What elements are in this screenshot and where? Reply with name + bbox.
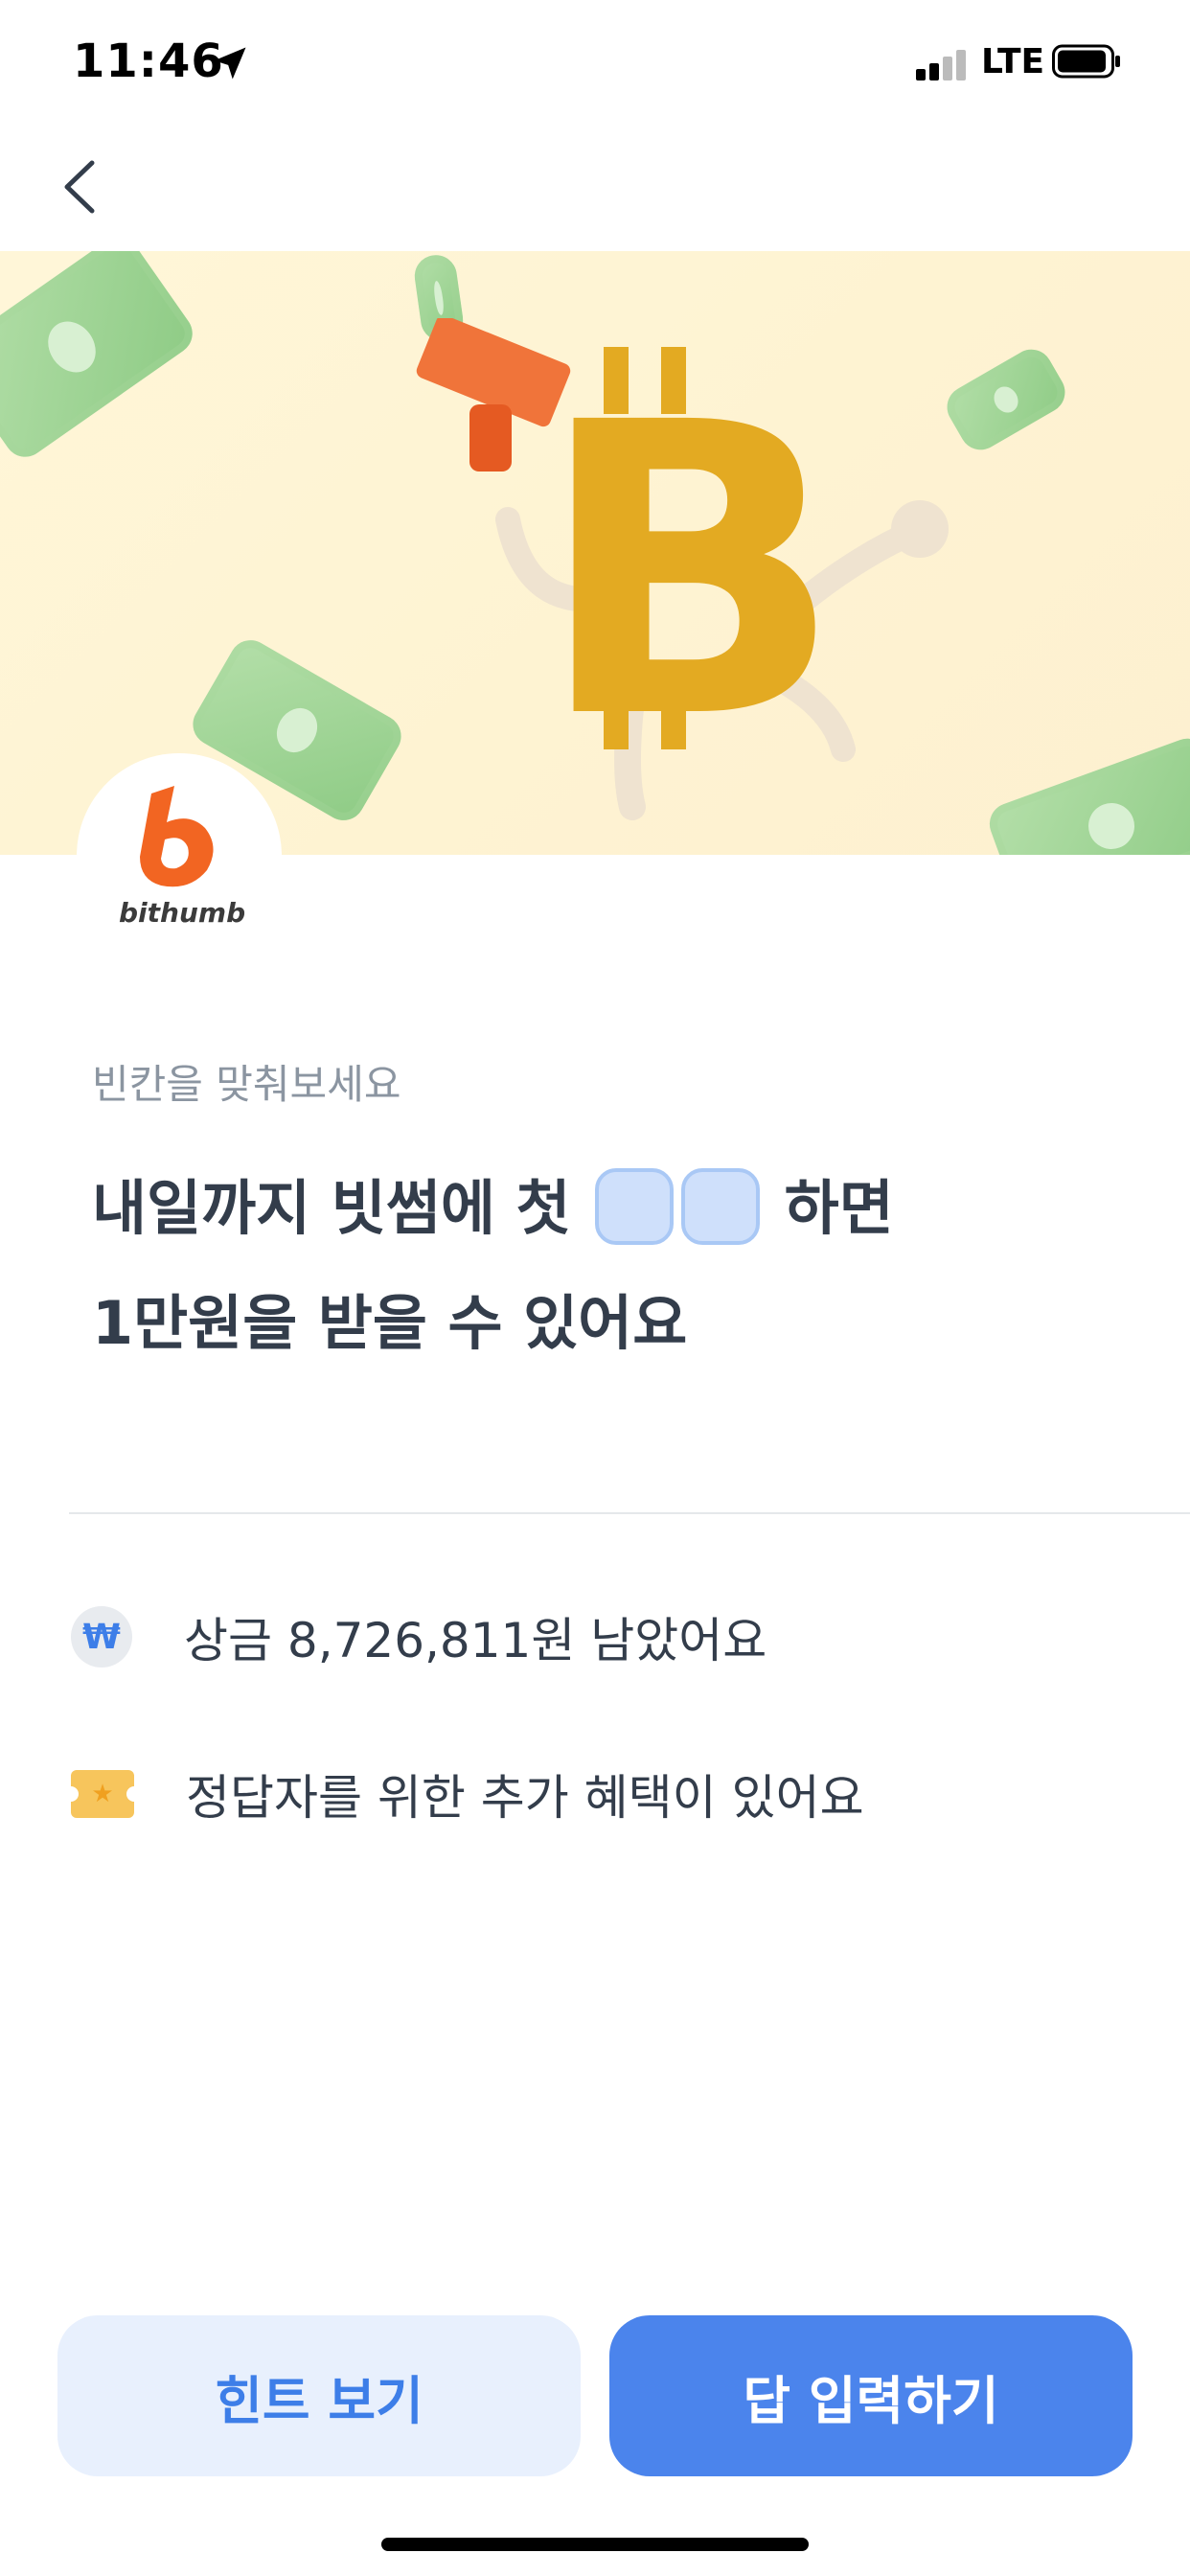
- money-bill-icon: [0, 251, 201, 466]
- brand-logo-text: bithumb: [119, 897, 246, 929]
- answer-blank-box: [681, 1167, 761, 1245]
- quiz-instruction: 빈칸을 맞춰보세요: [92, 1061, 401, 1108]
- network-label: LTE: [981, 42, 1045, 81]
- bitcoin-character-icon: B: [495, 338, 949, 820]
- benefit-info-row: ★ 정답자를 위한 추가 혜택이 있어요: [63, 1760, 864, 1828]
- bithumb-logo-icon: [140, 786, 214, 887]
- answer-blank-box: [595, 1167, 675, 1245]
- money-bill-icon: [983, 732, 1190, 855]
- section-divider: [69, 1512, 1190, 1514]
- quiz-text-after: 하면: [764, 1173, 894, 1243]
- quiz-text-before: 내일까지 빗썸에 첫: [92, 1173, 592, 1243]
- money-bill-icon: [939, 341, 1073, 458]
- status-time: 11:46: [73, 34, 224, 88]
- battery-icon: [1052, 44, 1120, 79]
- hint-button[interactable]: 힌트 보기: [57, 2315, 581, 2476]
- home-indicator[interactable]: [381, 2538, 809, 2551]
- quiz-question-line1: 내일까지 빗썸에 첫 하면: [92, 1160, 894, 1251]
- ticket-icon: ★: [63, 1770, 142, 1818]
- location-arrow-icon: [214, 47, 246, 80]
- back-button[interactable]: [56, 153, 103, 220]
- svg-text:B: B: [537, 338, 843, 807]
- benefit-text: 정답자를 위한 추가 혜택이 있어요: [186, 1770, 864, 1826]
- prize-remaining-text: 상금 8,726,811원 남았어요: [184, 1613, 767, 1668]
- won-icon: ₩: [71, 1606, 132, 1668]
- quiz-question-line2: 1만원을 받을 수 있어요: [92, 1288, 688, 1358]
- enter-answer-button[interactable]: 답 입력하기: [609, 2315, 1133, 2476]
- prize-info-row: ₩ 상금 8,726,811원 남았어요: [71, 1602, 767, 1671]
- status-bar: 11:46 LTE: [0, 0, 1190, 134]
- signal-icon: [916, 48, 970, 80]
